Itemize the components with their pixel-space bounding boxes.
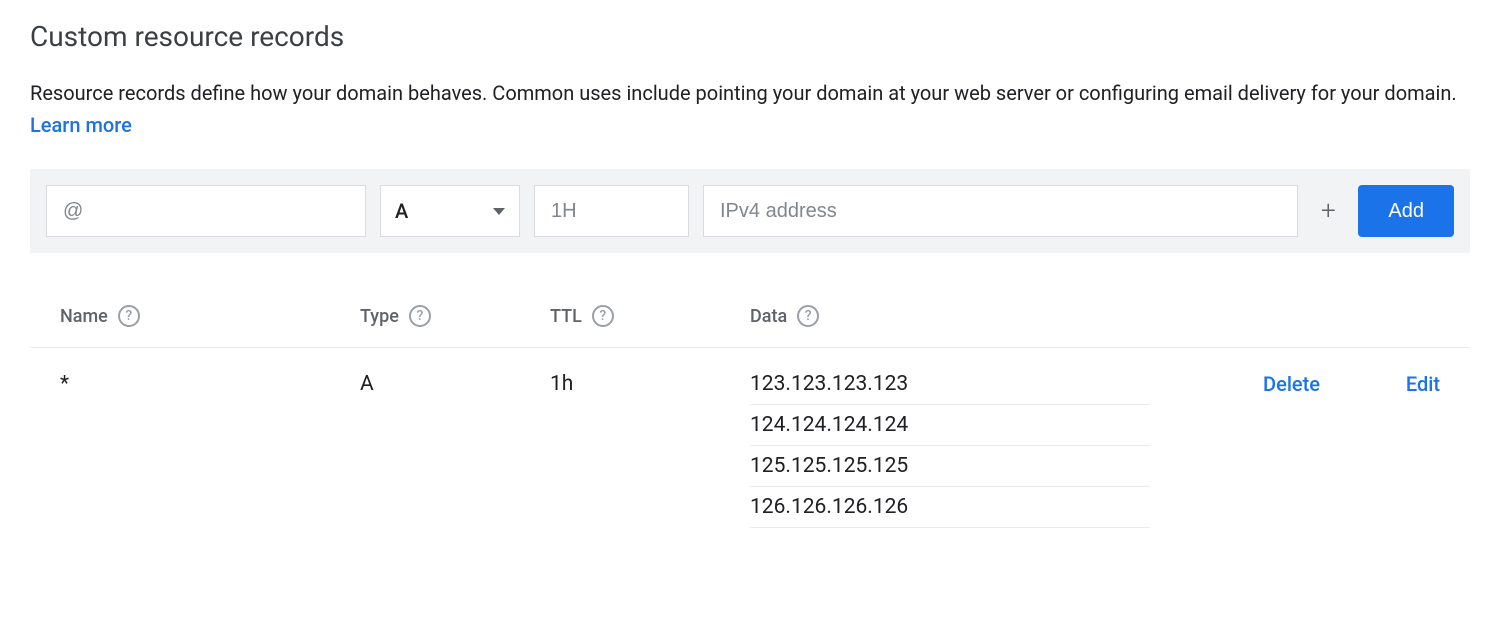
help-icon[interactable]: ? xyxy=(118,305,140,327)
add-button[interactable]: Add xyxy=(1358,185,1454,237)
data-item: 125.125.125.125 xyxy=(750,446,1150,487)
help-icon[interactable]: ? xyxy=(409,305,431,327)
records-table: Name ? Type ? TTL ? Data ? * A 1h 123.12… xyxy=(30,289,1470,536)
name-input[interactable] xyxy=(46,185,366,237)
header-ttl-label: TTL xyxy=(550,306,582,327)
edit-link[interactable]: Edit xyxy=(1320,372,1440,528)
help-icon[interactable]: ? xyxy=(592,305,614,327)
header-type: Type ? xyxy=(360,305,550,327)
learn-more-link[interactable]: Learn more xyxy=(30,113,132,137)
table-header: Name ? Type ? TTL ? Data ? xyxy=(30,289,1470,348)
data-item: 126.126.126.126 xyxy=(750,487,1150,528)
header-type-label: Type xyxy=(360,306,399,327)
add-data-icon[interactable]: + xyxy=(1312,196,1344,226)
chevron-down-icon xyxy=(493,208,505,215)
data-item: 124.124.124.124 xyxy=(750,405,1150,446)
data-item: 123.123.123.123 xyxy=(750,372,1150,405)
page-description: Resource records define how your domain … xyxy=(30,77,1470,141)
row-ttl: 1h xyxy=(550,372,730,528)
ttl-input[interactable] xyxy=(534,185,689,237)
header-data: Data ? xyxy=(730,305,1190,327)
description-text: Resource records define how your domain … xyxy=(30,81,1457,105)
row-type: A xyxy=(360,372,550,528)
data-input[interactable] xyxy=(703,185,1298,237)
type-select[interactable]: A xyxy=(380,185,520,237)
header-name-label: Name xyxy=(60,306,108,327)
header-data-label: Data xyxy=(750,306,787,327)
row-name: * xyxy=(60,372,360,528)
delete-link[interactable]: Delete xyxy=(1190,372,1320,528)
row-data: 123.123.123.123 124.124.124.124 125.125.… xyxy=(730,372,1190,528)
table-row: * A 1h 123.123.123.123 124.124.124.124 1… xyxy=(30,348,1470,536)
data-list: 123.123.123.123 124.124.124.124 125.125.… xyxy=(750,372,1150,528)
page-title: Custom resource records xyxy=(30,20,1470,53)
type-value: A xyxy=(395,199,408,223)
help-icon[interactable]: ? xyxy=(797,305,819,327)
header-ttl: TTL ? xyxy=(550,305,730,327)
header-name: Name ? xyxy=(60,305,360,327)
add-record-bar: A + Add xyxy=(30,169,1470,253)
